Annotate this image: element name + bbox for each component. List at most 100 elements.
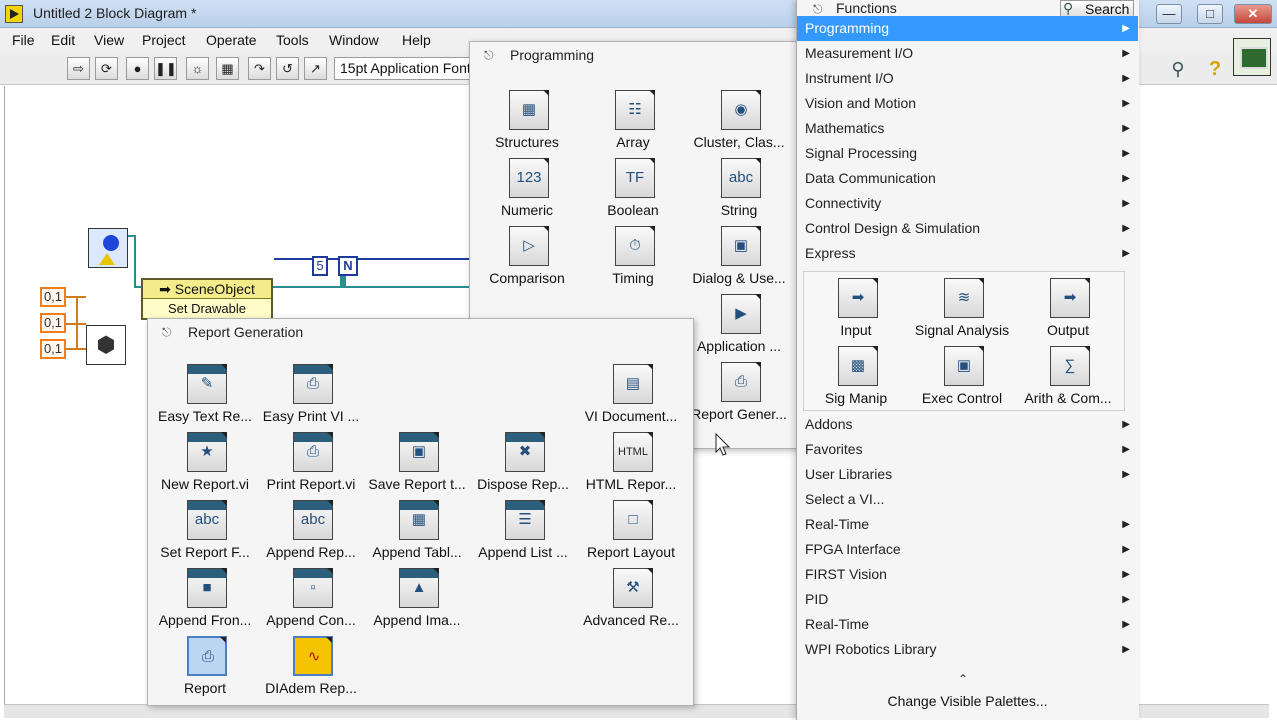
palette-item-application-control[interactable]: ▶ Application ... [684,292,794,360]
palette-item-set-report-font[interactable]: abc Set Report F... [150,498,260,566]
numeric-icon: 123 [509,158,549,198]
search-icon[interactable]: ⚲ [1166,57,1190,81]
labview-app-icon[interactable] [5,5,23,23]
category-favorites[interactable]: Favorites ▶ [797,437,1138,462]
palette-item-string[interactable]: abc String [684,156,794,224]
palette-item-dispose-report[interactable]: ✖ Dispose Rep... [468,430,578,498]
category-wpi-robotics[interactable]: WPI Robotics Library ▶ [797,637,1138,662]
palette-item-boolean[interactable]: TF Boolean [578,156,688,224]
palette-item-append-front-panel[interactable]: ■ Append Fron... [150,566,260,634]
context-help-icon[interactable]: ? [1203,57,1227,81]
category-addons[interactable]: Addons ▶ [797,412,1138,437]
palette-item-html-report[interactable]: HTML HTML Repor... [576,430,686,498]
numeric-constant[interactable]: 0,1 [40,287,66,307]
palette-item-new-report[interactable]: ★ New Report.vi [150,430,260,498]
category-fpga-interface[interactable]: FPGA Interface ▶ [797,537,1138,562]
menu-view[interactable]: View [94,32,124,48]
chevron-right-icon: ▶ [1122,73,1130,84]
category-connectivity[interactable]: Connectivity ▶ [797,191,1138,216]
palette-item-append-image[interactable]: ▲ Append Ima... [362,566,472,634]
loop-count-constant[interactable]: 5 [312,256,328,276]
palette-item-append-control[interactable]: ▫ Append Con... [256,566,366,634]
palette-item-append-table[interactable]: ▦ Append Tabl... [362,498,472,566]
express-item-output[interactable]: ➡ Output [1013,276,1123,344]
palette-item-easy-print-vi[interactable]: ⎙ Easy Print VI ... [256,362,366,430]
run-button[interactable]: ⇨ [67,57,90,80]
express-item-exec-control[interactable]: ▣ Exec Control [907,344,1017,412]
category-select-a-vi[interactable]: Select a VI... [797,487,1138,512]
category-control-design[interactable]: Control Design & Simulation ▶ [797,216,1138,241]
pin-icon[interactable]: ⎋ [813,2,823,17]
palette-title: ⎋ Report Generation [162,324,304,340]
font-select[interactable]: 15pt Application Font [334,57,470,80]
palette-item-report-generation[interactable]: ⎙ Report Gener... [684,360,794,428]
property-node-method: Set Drawable [167,301,247,316]
category-first-vision[interactable]: FIRST Vision ▶ [797,562,1138,587]
category-programming[interactable]: Programming ▶ [797,16,1138,41]
pin-icon[interactable]: ⎋ [484,48,500,62]
palette-item-easy-text-report[interactable]: ✎ Easy Text Re... [150,362,260,430]
palette-item-dialog[interactable]: ▣ Dialog & Use... [684,224,794,292]
menu-window[interactable]: Window [329,32,379,48]
category-mathematics[interactable]: Mathematics ▶ [797,116,1138,141]
pin-icon[interactable]: ⎋ [162,325,178,339]
category-user-libraries[interactable]: User Libraries ▶ [797,462,1138,487]
property-node[interactable]: ➡ SceneObject Set Drawable [141,278,273,320]
express-item-input[interactable]: ➡ Input [801,276,911,344]
menu-help[interactable]: Help [402,32,431,48]
palette-item-append-report-text[interactable]: abc Append Rep... [256,498,366,566]
pause-button[interactable]: ❚❚ [154,57,177,80]
express-item-signal-analysis[interactable]: ≋ Signal Analysis [907,276,1017,344]
palette-item-numeric[interactable]: 123 Numeric [472,156,582,224]
numeric-constant[interactable]: 0,1 [40,339,66,359]
palette-item-save-report[interactable]: ▣ Save Report t... [362,430,472,498]
menu-edit[interactable]: Edit [51,32,75,48]
express-item-sig-manip[interactable]: ▩ Sig Manip [801,344,911,412]
step-out-button[interactable]: ↗ [304,57,327,80]
numeric-constant[interactable]: 0,1 [40,313,66,333]
close-button[interactable]: ✕ [1234,4,1272,24]
palette-item-report-express[interactable]: ⎙ Report [150,634,260,702]
palette-item-timing[interactable]: ⏱ Timing [578,224,688,292]
category-pid[interactable]: PID ▶ [797,587,1138,612]
menu-tools[interactable]: Tools [276,32,309,48]
create-object-icon[interactable]: ⬢ [86,325,126,365]
vi-icon[interactable] [1233,38,1271,76]
palette-item-array[interactable]: ☷ Array [578,88,688,156]
category-real-time[interactable]: Real-Time ▶ [797,512,1138,537]
maximize-button[interactable]: □ [1197,4,1223,24]
category-express[interactable]: Express ▶ [797,241,1138,266]
change-visible-palettes-button[interactable]: Change Visible Palettes... [797,693,1138,709]
palette-item-diadem-report[interactable]: ∿ DIAdem Rep... [256,634,366,702]
category-vision-motion[interactable]: Vision and Motion ▶ [797,91,1138,116]
menu-file[interactable]: File [12,32,35,48]
category-data-communication[interactable]: Data Communication ▶ [797,166,1138,191]
highlight-execution-button[interactable]: ☼ [186,57,209,80]
menu-project[interactable]: Project [142,32,186,48]
abort-button[interactable]: ● [126,57,149,80]
step-into-button[interactable]: ↷ [248,57,271,80]
category-real-time-2[interactable]: Real-Time ▶ [797,612,1138,637]
scene-light-icon[interactable] [88,228,128,268]
palette-item-append-list[interactable]: ☰ Append List ... [468,498,578,566]
palette-item-cluster[interactable]: ◉ Cluster, Clas... [684,88,794,156]
palette-item-advanced-report[interactable]: ⚒ Advanced Re... [576,566,686,634]
category-signal-processing[interactable]: Signal Processing ▶ [797,141,1138,166]
palette-item-comparison[interactable]: ▷ Comparison [472,224,582,292]
minimize-button[interactable]: — [1156,4,1182,24]
search-button[interactable]: ⚲ Search [1060,0,1134,17]
express-item-arith-compare[interactable]: ∑ Arith & Com... [1013,344,1123,412]
category-measurement-io[interactable]: Measurement I/O ▶ [797,41,1138,66]
loop-count-terminal[interactable]: N [338,256,358,276]
palette-item-structures[interactable]: ▦ Structures [472,88,582,156]
step-over-button[interactable]: ↺ [276,57,299,80]
palette-item-print-report[interactable]: ⎙ Print Report.vi [256,430,366,498]
palette-item-vi-documentation[interactable]: ▤ VI Document... [576,362,686,430]
palette-item-report-layout[interactable]: □ Report Layout [576,498,686,566]
application-control-icon: ▶ [721,294,761,334]
category-instrument-io[interactable]: Instrument I/O ▶ [797,66,1138,91]
menu-operate[interactable]: Operate [206,32,257,48]
chevron-up-icon[interactable]: ⌃ [958,672,968,686]
retain-wire-values-button[interactable]: ▦ [216,57,239,80]
run-continuously-button[interactable]: ⟳ [95,57,118,80]
